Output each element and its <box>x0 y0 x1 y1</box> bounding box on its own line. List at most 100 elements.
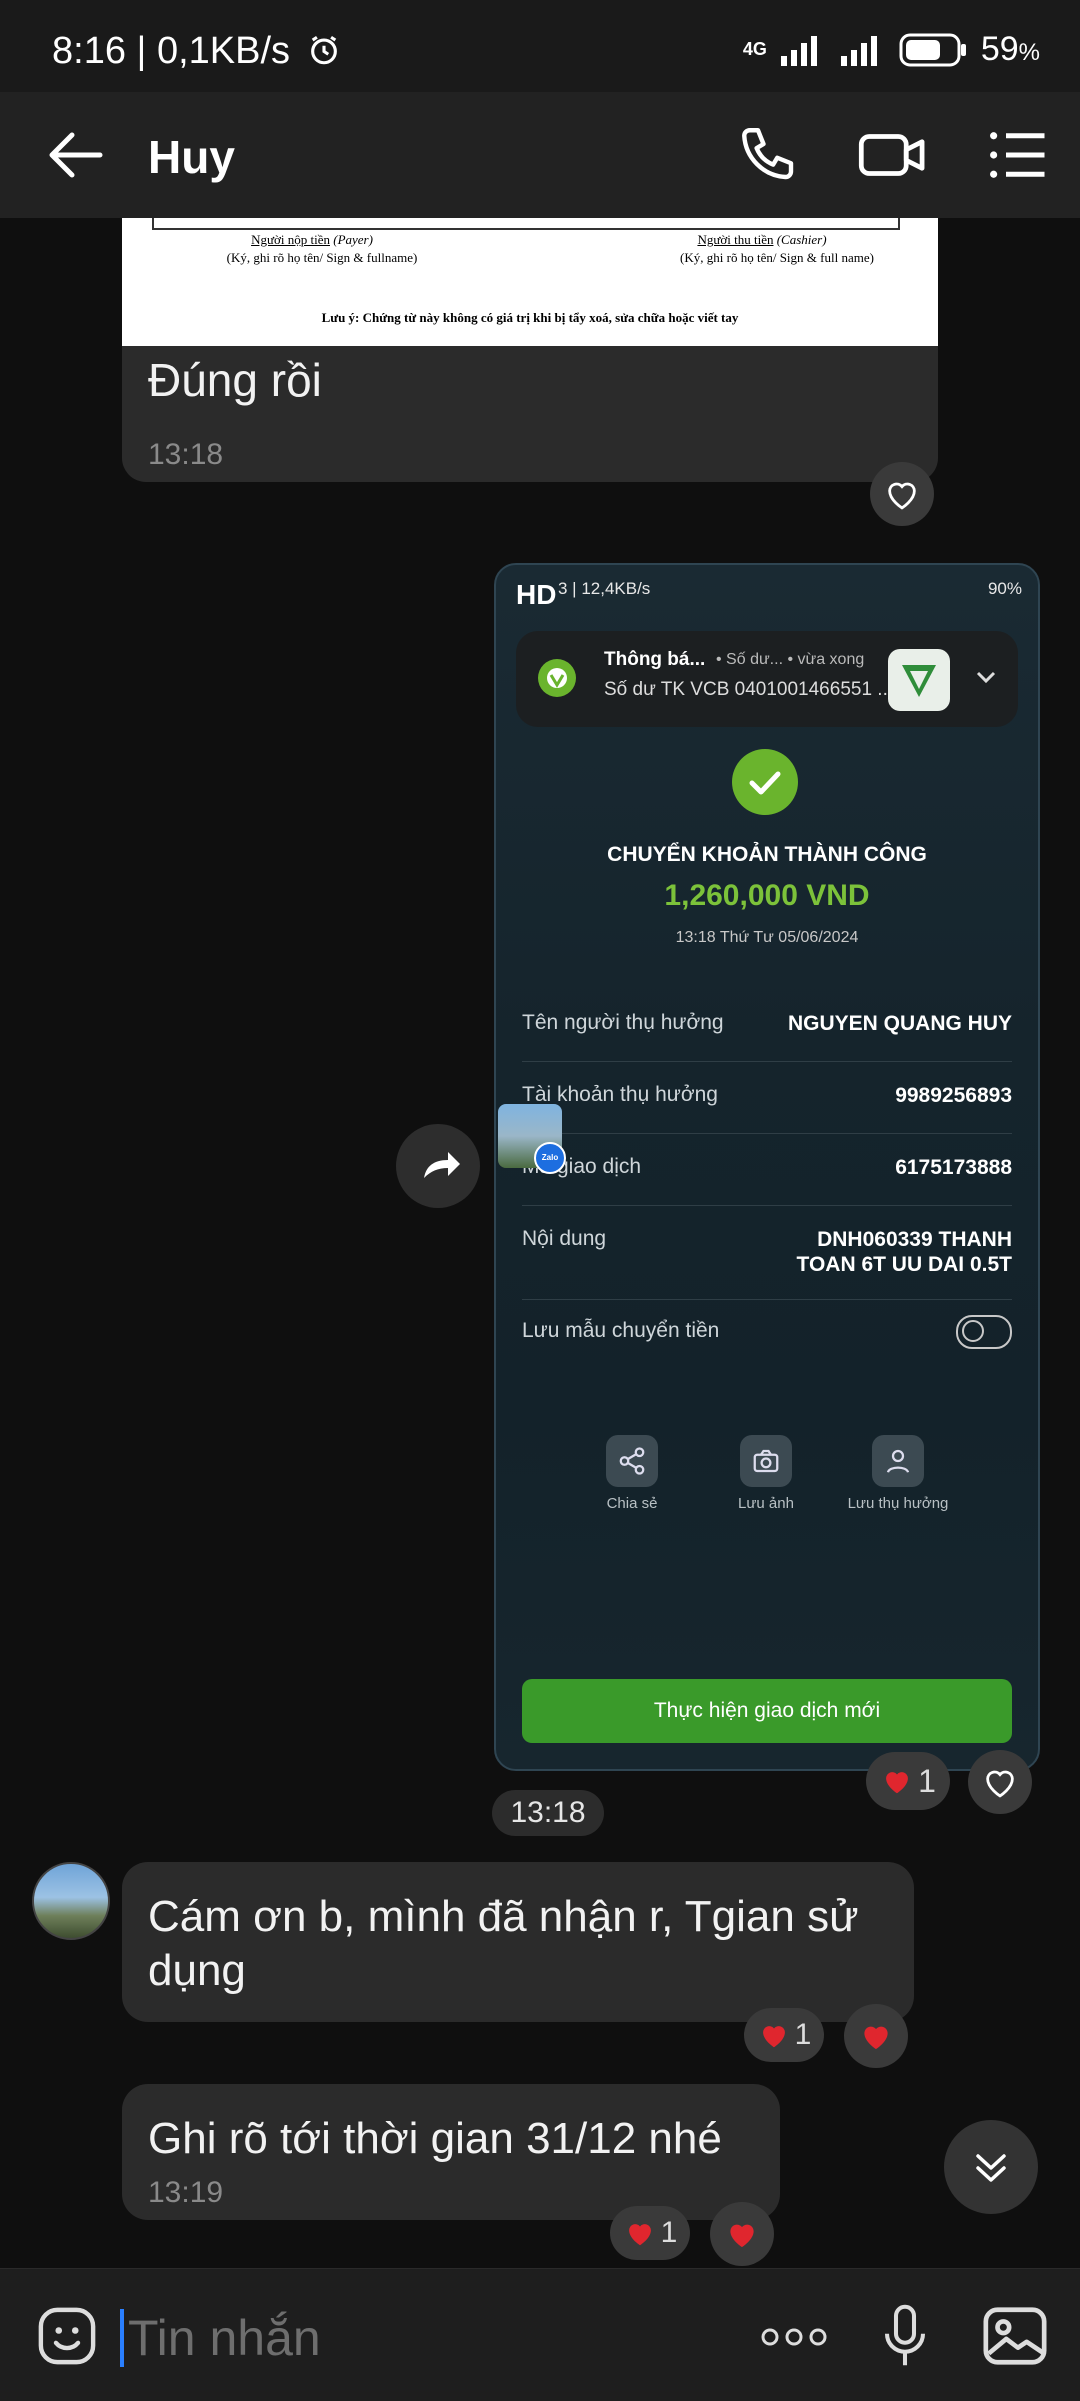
transfer-amount: 1,260,000 VND <box>664 879 870 912</box>
detail-row: Tài khoản thụ hưởng 9989256893 <box>522 1061 1012 1134</box>
reaction-badge[interactable]: 1 <box>610 2206 690 2260</box>
smiley-sticker-icon <box>38 2307 96 2365</box>
chevron-down-icon <box>970 661 1002 693</box>
heart-filled-icon <box>886 1772 909 1794</box>
status-time: 8:16 | 0,1KB/s <box>52 30 341 73</box>
arrow-left-icon <box>49 132 103 178</box>
back-button[interactable] <box>40 120 110 190</box>
payer-label: Người nộp tiền (Payer) <box>251 232 373 247</box>
message-bubble[interactable]: Ghi rõ tới thời gian 31/12 nhé 13:19 <box>122 2084 780 2220</box>
battery-level: 59% <box>980 30 1040 68</box>
battery-icon <box>899 33 969 67</box>
success-title: CHUYỂN KHOẢN THÀNH CÔNG <box>607 843 927 866</box>
heart-filled-icon <box>628 2224 651 2246</box>
image-status-bar: 3 | 12,4KB/s 90% <box>496 575 1038 611</box>
reaction-badge[interactable]: 1 <box>744 2008 824 2062</box>
message-text: Đúng rồi <box>148 354 322 406</box>
share-action: Chia sẻ <box>572 1435 692 1512</box>
detail-value: DNH060339 THANH TOAN 6T UU DAI 0.5T <box>796 1228 1012 1276</box>
success-check-icon <box>732 749 798 815</box>
more-dots-icon <box>761 2328 827 2346</box>
hd-badge: HD <box>516 579 557 610</box>
image-status-battery: 90% <box>987 579 1022 598</box>
detail-row: Tên người thụ hưởng NGUYEN QUANG HUY <box>522 991 1012 1062</box>
send-image-button[interactable] <box>980 2303 1050 2369</box>
receipt-note: Lưu ý: Chứng từ này không có giá trị khi… <box>321 310 739 325</box>
save-image-action: Lưu ảnh <box>706 1435 826 1512</box>
status-time-text: 8:16 | 0,1KB/s <box>52 30 291 72</box>
save-beneficiary-action: Lưu thụ hưởng <box>838 1435 958 1512</box>
video-camera-icon <box>858 134 925 176</box>
forward-button[interactable] <box>396 1124 480 1208</box>
image-status-speed: 3 | 12,4KB/s <box>558 579 651 598</box>
voice-record-button[interactable] <box>878 2301 932 2371</box>
chat-header: Huy <box>0 92 1080 218</box>
new-transaction-button: Thực hiện giao dịch mới <box>522 1679 1012 1743</box>
vcb-small-icon <box>538 659 576 697</box>
notification-body: Số dư TK VCB 0401001466551 ... <box>604 679 894 700</box>
alarm-icon <box>307 33 341 67</box>
heart-filled-icon <box>762 2026 785 2048</box>
network-type: 4G <box>742 39 767 59</box>
phone-icon <box>742 128 794 180</box>
transfer-datetime: 13:18 Thứ Tư 05/06/2024 <box>675 929 859 946</box>
receipt-border <box>152 218 900 230</box>
message-text: Ghi rõ tới thời gian 31/12 nhé <box>148 2114 722 2163</box>
vcb-logo-icon <box>888 649 950 711</box>
receipt-image[interactable]: Người nộp tiền (Payer) (Ký, ghi rõ họ tê… <box>122 218 938 346</box>
message-bubble[interactable]: Cám ơn b, mình đã nhận r, Tgian sử dụng <box>122 1862 914 2022</box>
share-icon <box>606 1435 658 1487</box>
payer-sign: (Ký, ghi rõ họ tên/ Sign & fullname) <box>226 250 418 265</box>
detail-value: 6175173888 <box>895 1156 1012 1179</box>
image-gallery-icon <box>983 2307 1047 2365</box>
document-message[interactable]: Người nộp tiền (Payer) (Ký, ghi rõ họ tê… <box>122 218 938 482</box>
detail-label: Tên người thụ hưởng <box>522 1011 724 1034</box>
image-message[interactable]: 3 | 12,4KB/s 90% HD Thông bá... • Số dư.… <box>494 563 1040 1771</box>
text-cursor <box>120 2309 124 2367</box>
camera-icon <box>740 1435 792 1487</box>
cashier-sign: (Ký, ghi rõ họ tên/ Sign & full name) <box>680 250 874 265</box>
message-time: 13:19 <box>148 2176 224 2209</box>
time-separator: 13:18 <box>492 1790 604 1836</box>
reaction-count: 1 <box>660 2216 678 2249</box>
reaction-count: 1 <box>794 2018 812 2051</box>
status-icons: 4G 59% <box>743 30 1040 69</box>
video-call-button[interactable] <box>856 122 930 188</box>
forward-arrow-icon <box>424 1152 460 1178</box>
detail-label: Nội dung <box>522 1227 607 1250</box>
save-template-row: Lưu mẫu chuyển tiền <box>522 1299 1012 1361</box>
avatar[interactable] <box>32 1862 110 1940</box>
double-chevron-down-icon <box>976 2154 1006 2182</box>
microphone-icon <box>884 2304 926 2366</box>
heart-outline-icon <box>888 482 916 510</box>
react-button[interactable] <box>844 2004 908 2068</box>
notification-meta: • Số dư... • vừa xong <box>716 651 865 668</box>
reaction-count: 1 <box>918 1762 936 1799</box>
voice-call-button[interactable] <box>736 122 802 188</box>
menu-button[interactable] <box>984 122 1050 188</box>
message-text: Cám ơn b, mình đã nhận r, Tgian sử dụng <box>148 1892 859 1995</box>
heart-filled-icon <box>730 2224 754 2248</box>
status-bar: 8:16 | 0,1KB/s 4G 59% <box>0 0 1080 92</box>
cashier-label: Người thu tiền (Cashier) <box>697 232 827 247</box>
react-button[interactable] <box>968 1750 1032 1814</box>
signal-icon <box>779 34 827 66</box>
heart-outline-icon <box>986 1770 1014 1798</box>
reaction-badge[interactable]: 1 <box>866 1752 950 1810</box>
zalo-badge: Zalo <box>534 1142 566 1174</box>
detail-value: NGUYEN QUANG HUY <box>787 1012 1012 1035</box>
scroll-to-bottom-button[interactable] <box>944 2120 1038 2214</box>
chat-title[interactable]: Huy <box>148 130 235 184</box>
message-time: 13:18 <box>148 438 224 471</box>
more-options-button[interactable] <box>758 2313 830 2361</box>
save-image-label: Lưu ảnh <box>738 1495 794 1512</box>
share-label: Chia sẻ <box>606 1495 658 1512</box>
save-beneficiary-label: Lưu thụ hưởng <box>847 1495 949 1512</box>
save-template-label: Lưu mẫu chuyển tiền <box>522 1319 720 1342</box>
message-input[interactable] <box>126 2305 730 2371</box>
react-button[interactable] <box>870 462 934 526</box>
composer-bar <box>0 2268 1080 2401</box>
sticker-button[interactable] <box>34 2303 100 2369</box>
react-button[interactable] <box>710 2202 774 2266</box>
notification-title: Thông bá... <box>604 649 706 670</box>
